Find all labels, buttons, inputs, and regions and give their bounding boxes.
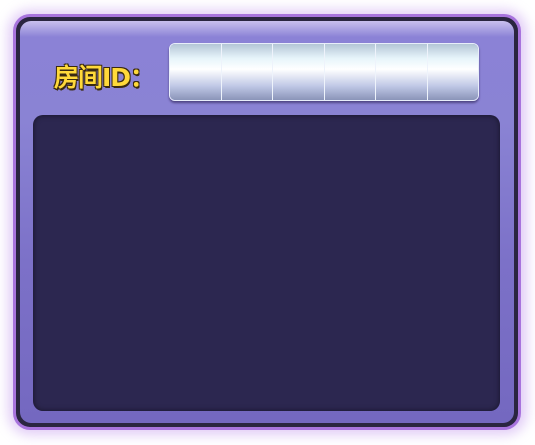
room-id-digit-3[interactable]: [273, 44, 325, 100]
room-id-digit-2[interactable]: [221, 44, 273, 100]
room-id-digit-4[interactable]: [324, 44, 376, 100]
content-area: [33, 115, 500, 411]
room-id-input[interactable]: [169, 43, 479, 101]
room-id-digit-1[interactable]: [170, 44, 222, 100]
room-id-digit-6[interactable]: [427, 44, 478, 100]
room-id-label: 房间ID：: [54, 63, 155, 92]
room-id-digit-5[interactable]: [376, 44, 428, 100]
